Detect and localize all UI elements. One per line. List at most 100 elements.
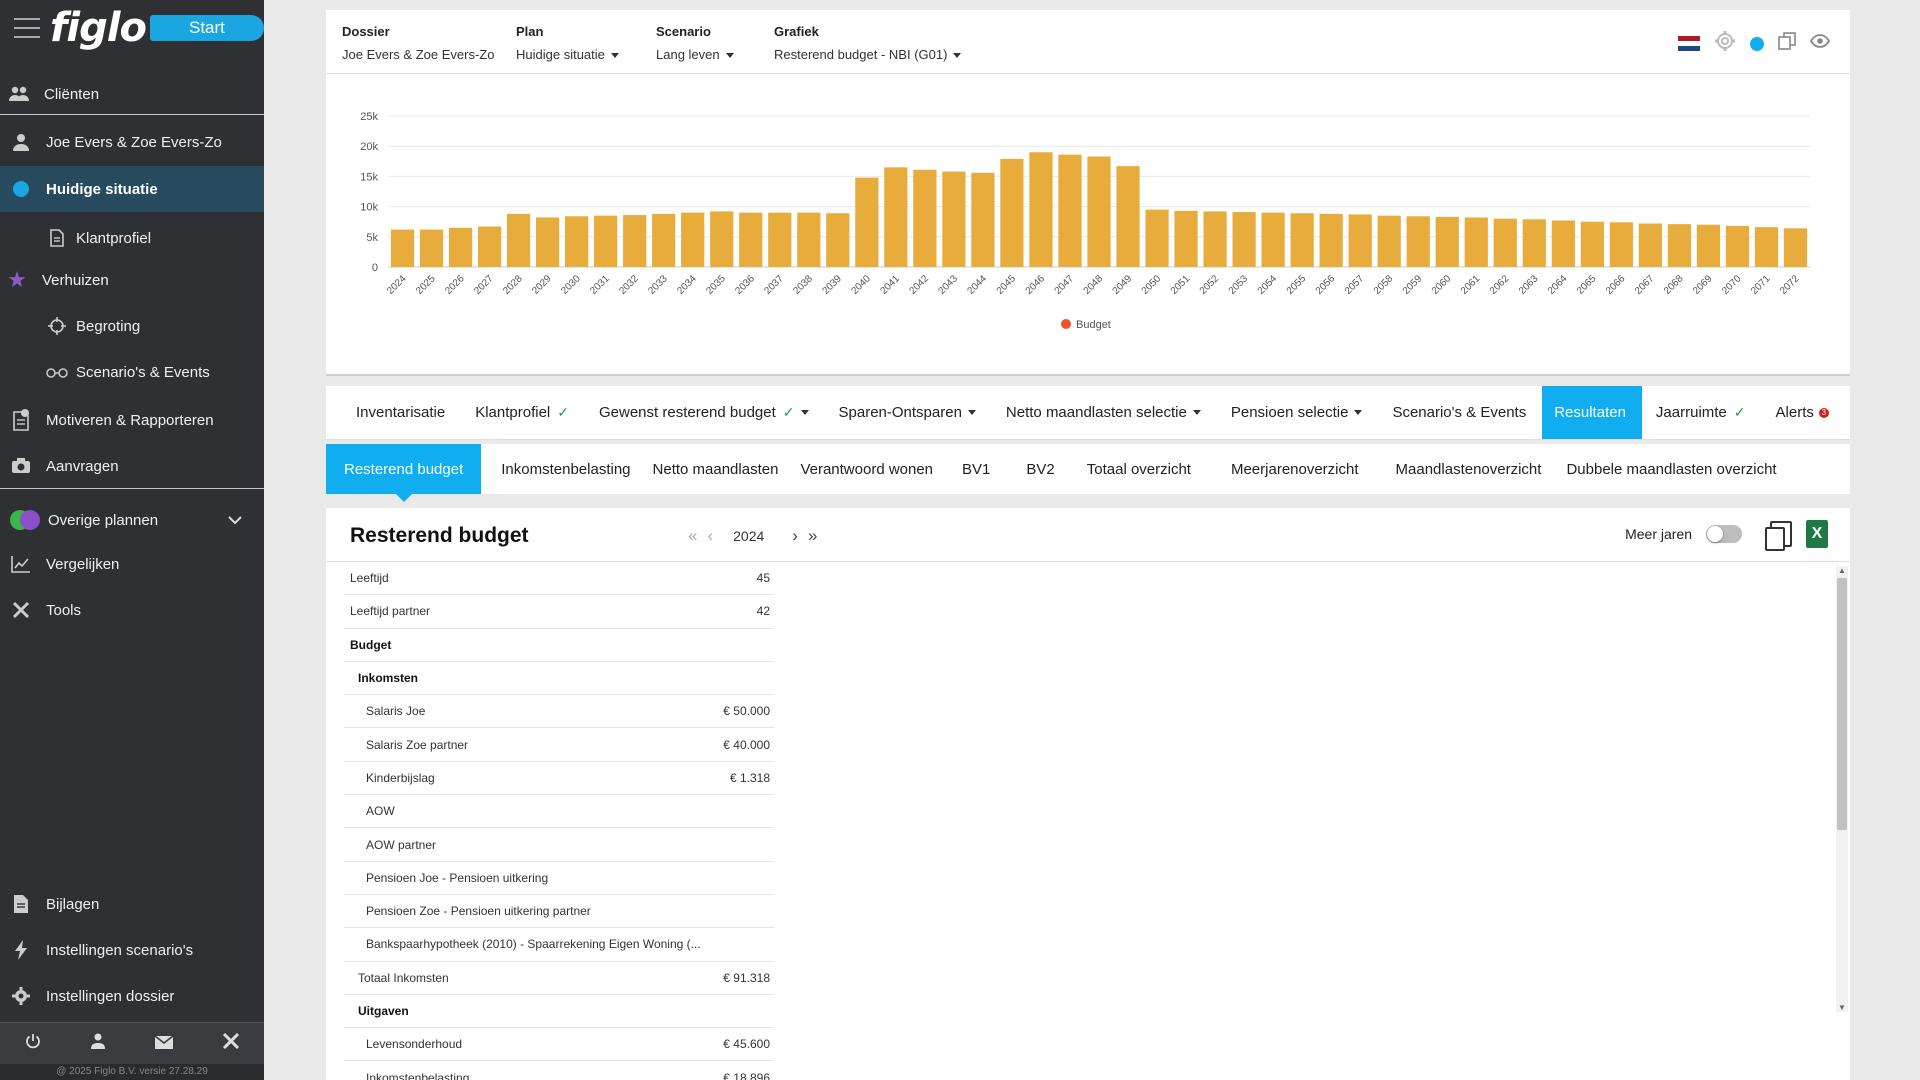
tab-klantprofiel[interactable]: Klantprofiel ✓: [461, 386, 585, 439]
next-year-icon[interactable]: ›: [792, 526, 798, 546]
subtab-inkomstenbelasting[interactable]: Inkomstenbelasting: [481, 444, 641, 494]
start-button[interactable]: Start: [149, 15, 264, 41]
check-icon: ✓: [782, 404, 795, 420]
tab-jaarruimte[interactable]: Jaarruimte ✓: [1642, 386, 1762, 439]
sidebar-item-tools[interactable]: Tools: [0, 592, 264, 628]
subtab-netto-maandlasten[interactable]: Netto maandlasten: [642, 444, 790, 494]
menu-icon[interactable]: [14, 18, 40, 38]
sidebar-item-bijlagen[interactable]: Bijlagen: [0, 886, 264, 922]
sidebar-item-verhuizen[interactable]: ★ Verhuizen: [0, 262, 264, 298]
excel-export-icon[interactable]: X: [1806, 520, 1828, 548]
plan-dropdown[interactable]: Huidige situatie: [516, 47, 619, 62]
sidebar-item-label: Tools: [46, 601, 82, 619]
sidebar-item-label: Vergelijken: [46, 555, 120, 573]
scrollbar-thumb[interactable]: [1837, 578, 1847, 830]
sidebar-item-dossier[interactable]: Joe Evers & Zoe Evers-Zo: [0, 124, 264, 160]
scrollbar[interactable]: ▲ ▼: [1836, 566, 1848, 1012]
row-label: Inkomstenbelasting: [366, 1070, 470, 1080]
tab-scenario-s-events[interactable]: Scenario's & Events: [1378, 386, 1542, 439]
sidebar-item-klantprofiel[interactable]: Klantprofiel: [0, 220, 264, 256]
sidebar-item-instellingen-dossier[interactable]: Instellingen dossier: [0, 978, 264, 1014]
gear-icon: [10, 985, 32, 1007]
subtab-verantwoord-wonen[interactable]: Verantwoord wonen: [789, 444, 944, 494]
tab-inventarisatie[interactable]: Inventarisatie: [326, 386, 461, 439]
bar: [942, 171, 966, 267]
subtab-totaal-overzicht[interactable]: Totaal overzicht: [1073, 444, 1205, 494]
grafiek-label: Grafiek: [774, 24, 819, 39]
sidebar-item-aanvragen[interactable]: Aanvragen: [0, 448, 264, 484]
x-tick-label: 2070: [1720, 273, 1744, 297]
scenario-selector[interactable]: Scenario Lang leven: [656, 24, 734, 62]
primary-tabs: Inventarisatie Klantprofiel ✓ Gewenst reste…: [326, 386, 1850, 440]
user-icon[interactable]: [91, 1033, 105, 1054]
row-label: AOW: [366, 804, 395, 819]
gear-icon[interactable]: [1714, 30, 1736, 57]
scenario-dropdown[interactable]: Lang leven: [656, 47, 734, 62]
scroll-down-icon[interactable]: ▼: [1838, 1003, 1846, 1012]
scroll-up-icon[interactable]: ▲: [1838, 566, 1846, 575]
x-tick-label: 2057: [1343, 273, 1367, 297]
sidebar-item-instellingen-scenarios[interactable]: Instellingen scenario's: [0, 932, 264, 968]
grafiek-selector[interactable]: Grafiek Resterend budget - NBI (G01): [774, 24, 962, 62]
tab-resultaten[interactable]: Resultaten: [1542, 386, 1642, 439]
top-bar: Dossier Joe Evers & Zoe Evers-Zo Plan Hu…: [326, 10, 1850, 74]
copy-icon[interactable]: [1778, 32, 1796, 55]
sidebar-item-vergelijken[interactable]: Vergelijken: [0, 546, 264, 582]
bar: [1493, 218, 1517, 267]
tools-icon[interactable]: [222, 1032, 240, 1054]
x-tick-label: 2072: [1778, 273, 1802, 297]
file-icon: [10, 893, 32, 915]
subtab-resterend-budget[interactable]: Resterend budget: [326, 444, 482, 502]
row-label: Totaal Inkomsten: [358, 970, 449, 985]
plan-selector[interactable]: Plan Huidige situatie: [516, 24, 619, 62]
chevron-down-icon[interactable]: [228, 512, 242, 528]
bar: [506, 213, 531, 267]
topbar-icons: [1678, 30, 1831, 57]
row-value: € 18.896: [723, 1070, 770, 1080]
table-row: Budget: [344, 629, 774, 662]
power-icon[interactable]: [25, 1033, 41, 1054]
x-tick-label: 2029: [530, 273, 554, 297]
eye-icon[interactable]: [1809, 34, 1831, 53]
subtab-maandlastenoverzicht[interactable]: Maandlastenoverzicht: [1385, 444, 1553, 494]
x-tick-label: 2066: [1604, 273, 1628, 297]
flag-nl-icon[interactable]: [1678, 35, 1700, 52]
sidebar-item-label: Joe Evers & Zoe Evers-Zo: [46, 133, 222, 151]
copy-document-icon[interactable]: [1765, 521, 1792, 551]
table-row: AOW: [344, 795, 774, 829]
grafiek-dropdown[interactable]: Resterend budget - NBI (G01): [774, 47, 962, 62]
subtab-bv2[interactable]: BV2: [1008, 444, 1072, 494]
subtab-meerjarenoverzicht[interactable]: Meerjarenoverzicht: [1205, 444, 1385, 494]
subtab-bv1[interactable]: BV1: [944, 444, 1008, 494]
sidebar-footer: [0, 1022, 264, 1064]
sidebar-item-huidige-situatie[interactable]: Huidige situatie: [0, 166, 264, 212]
sidebar-item-motiveren-rapporteren[interactable]: Motiveren & Rapporteren: [0, 400, 264, 440]
star-icon: ★: [7, 267, 27, 292]
sidebar: figlo Start Cliënten Joe Evers & Zoe Eve…: [0, 0, 264, 1080]
sidebar-item-begroting[interactable]: Begroting: [0, 308, 264, 344]
tab-netto-maandlasten-selectie[interactable]: Netto maandlasten selectie: [992, 386, 1217, 439]
x-tick-label: 2045: [995, 273, 1019, 297]
mail-icon[interactable]: [154, 1034, 174, 1054]
sidebar-item-scenarios-events[interactable]: Scenario's & Events: [0, 354, 264, 390]
last-year-icon[interactable]: »: [808, 526, 817, 546]
row-value: € 45.600: [723, 1037, 770, 1052]
x-tick-label: 2059: [1401, 273, 1425, 297]
sidebar-item-clienten[interactable]: Cliënten: [0, 76, 264, 112]
bar: [1029, 152, 1053, 267]
status-dot-icon[interactable]: [1750, 36, 1764, 51]
previous-year-icon[interactable]: ‹: [707, 526, 713, 546]
x-tick-label: 2049: [1111, 273, 1135, 297]
first-year-icon[interactable]: «: [688, 526, 697, 546]
tab-pensioen-selectie[interactable]: Pensioen selectie: [1217, 386, 1379, 439]
bar: [536, 217, 560, 267]
sidebar-item-label: Instellingen scenario's: [46, 941, 194, 959]
row-label: Pensioen Zoe - Pensioen uitkering partne…: [366, 904, 591, 919]
tab-alerts[interactable]: Alerts 3: [1762, 386, 1845, 439]
meer-jaren-toggle[interactable]: [1706, 525, 1742, 543]
tab-sparen-ontsparen[interactable]: Sparen-Ontsparen: [825, 386, 992, 439]
subtab-dubbele-maandlasten-overzicht[interactable]: Dubbele maandlasten overzicht: [1552, 444, 1790, 494]
sidebar-item-overige-plannen[interactable]: Overige plannen: [0, 500, 264, 540]
tab-gewenst-resterend-budget[interactable]: Gewenst resterend budget ✓: [585, 386, 825, 439]
x-tick-label: 2028: [501, 273, 525, 297]
